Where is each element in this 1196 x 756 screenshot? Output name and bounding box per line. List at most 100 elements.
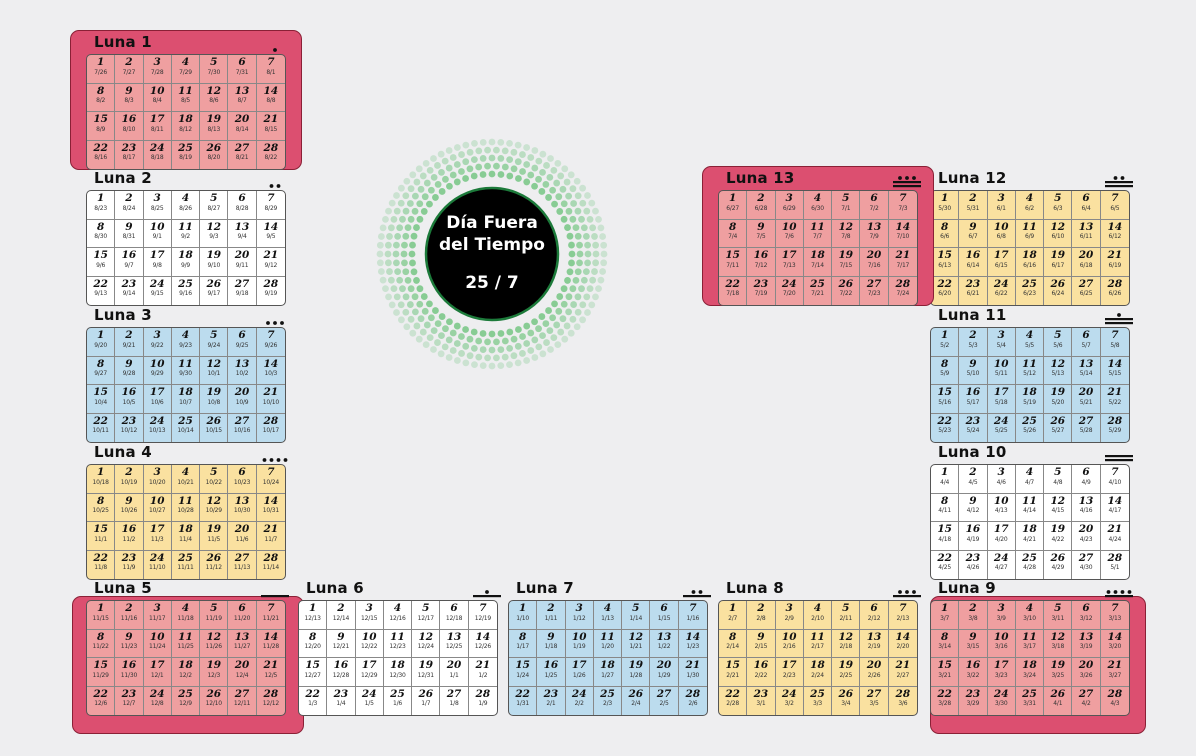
day-cell[interactable]: 27 4/2 xyxy=(1072,686,1101,715)
day-cell[interactable]: 4 1/13 xyxy=(593,601,623,630)
day-cell[interactable]: 20 10/9 xyxy=(228,385,257,414)
day-cell[interactable]: 13 2/19 xyxy=(860,629,889,658)
day-cell[interactable]: 2 1/11 xyxy=(537,601,566,630)
day-cell[interactable]: 11 1/20 xyxy=(593,629,623,658)
day-cell[interactable]: 27 9/18 xyxy=(228,276,257,305)
day-cell[interactable]: 28 5/29 xyxy=(1101,414,1129,443)
day-cell[interactable]: 1 10/18 xyxy=(87,465,116,494)
day-cell[interactable]: 19 2/25 xyxy=(832,658,861,687)
day-cell[interactable]: 21 8/15 xyxy=(256,112,285,141)
day-cell[interactable]: 11 9/2 xyxy=(171,219,201,248)
day-cell[interactable]: 2 5/3 xyxy=(959,328,988,357)
day-cell[interactable]: 12 1/21 xyxy=(622,629,651,658)
day-cell[interactable]: 14 10/3 xyxy=(256,357,285,385)
day-cell[interactable]: 24 5/25 xyxy=(988,413,1016,442)
day-cell[interactable]: 13 7/9 xyxy=(860,219,889,248)
day-cell[interactable]: 12 3/18 xyxy=(1044,629,1073,658)
day-cell[interactable]: 10 9/29 xyxy=(143,356,172,385)
day-cell[interactable]: 9 3/15 xyxy=(959,629,988,658)
day-cell[interactable]: 21 2/27 xyxy=(888,658,917,687)
day-cell[interactable]: 9 2/15 xyxy=(747,629,776,658)
day-cell[interactable]: 9 12/21 xyxy=(327,629,356,658)
day-cell[interactable]: 27 12/11 xyxy=(228,686,257,715)
day-cell[interactable]: 13 5/14 xyxy=(1072,356,1101,385)
day-cell[interactable]: 4 2/10 xyxy=(803,601,833,630)
day-cell[interactable]: 16 10/5 xyxy=(115,385,144,414)
day-cell[interactable]: 28 9/19 xyxy=(257,277,285,306)
day-cell[interactable]: 14 7/10 xyxy=(888,220,917,248)
day-cell[interactable]: 11 11/25 xyxy=(171,629,201,658)
day-cell[interactable]: 23 9/14 xyxy=(115,276,144,305)
day-cell[interactable]: 16 7/12 xyxy=(747,248,776,277)
day-cell[interactable]: 16 11/30 xyxy=(115,658,144,687)
day-cell[interactable]: 10 12/22 xyxy=(355,629,384,658)
day-cell[interactable]: 17 8/11 xyxy=(143,112,172,141)
day-cell[interactable]: 12 12/24 xyxy=(412,629,441,658)
day-cell[interactable]: 3 9/22 xyxy=(143,328,172,357)
day-cell[interactable]: 1 3/7 xyxy=(931,601,960,630)
day-cell[interactable]: 24 6/22 xyxy=(988,276,1016,305)
day-cell[interactable]: 7 8/29 xyxy=(256,191,285,220)
day-cell[interactable]: 24 4/27 xyxy=(988,550,1016,579)
day-cell[interactable]: 19 9/10 xyxy=(200,248,229,277)
day-cell[interactable]: 1 12/13 xyxy=(299,601,328,630)
day-cell[interactable]: 23 8/17 xyxy=(115,140,144,169)
day-cell[interactable]: 8 4/11 xyxy=(931,493,960,522)
day-cell[interactable]: 11 3/17 xyxy=(1015,629,1045,658)
day-cell[interactable]: 14 9/5 xyxy=(256,220,285,248)
day-cell[interactable]: 4 6/30 xyxy=(803,191,833,220)
day-cell[interactable]: 26 1/7 xyxy=(412,686,441,715)
day-cell[interactable]: 2 3/8 xyxy=(959,601,988,630)
day-cell[interactable]: 20 1/29 xyxy=(650,658,679,687)
day-cell[interactable]: 28 4/3 xyxy=(1101,687,1129,716)
day-cell[interactable]: 14 2/20 xyxy=(888,630,917,658)
day-cell[interactable]: 18 2/24 xyxy=(803,658,833,687)
day-cell[interactable]: 19 3/25 xyxy=(1044,658,1073,687)
day-cell[interactable]: 9 10/26 xyxy=(115,493,144,522)
day-cell[interactable]: 24 1/5 xyxy=(356,686,384,715)
day-cell[interactable]: 23 6/21 xyxy=(959,276,988,305)
day-cell[interactable]: 12 10/1 xyxy=(200,356,229,385)
day-cell[interactable]: 22 1/31 xyxy=(509,686,538,715)
day-cell[interactable]: 4 3/10 xyxy=(1015,601,1045,630)
day-cell[interactable]: 6 6/4 xyxy=(1072,191,1101,220)
day-cell[interactable]: 3 5/4 xyxy=(987,328,1016,357)
day-cell[interactable]: 16 11/2 xyxy=(115,522,144,551)
day-cell[interactable]: 10 3/16 xyxy=(987,629,1016,658)
day-cell[interactable]: 5 1/14 xyxy=(622,601,651,630)
day-cell[interactable]: 3 8/25 xyxy=(143,191,172,220)
day-cell[interactable]: 28 6/26 xyxy=(1101,277,1129,306)
day-cell[interactable]: 6 7/2 xyxy=(860,191,889,220)
day-cell[interactable]: 18 10/7 xyxy=(171,385,201,414)
day-cell[interactable]: 8 9/27 xyxy=(87,356,116,385)
day-cell[interactable]: 10 10/27 xyxy=(143,493,172,522)
day-cell[interactable]: 22 11/8 xyxy=(87,550,116,579)
day-cell[interactable]: 20 12/4 xyxy=(228,658,257,687)
day-cell[interactable]: 7 12/19 xyxy=(468,601,497,630)
day-cell[interactable]: 6 4/9 xyxy=(1072,465,1101,494)
day-cell[interactable]: 18 12/30 xyxy=(383,658,413,687)
day-cell[interactable]: 25 3/31 xyxy=(1016,686,1045,715)
day-cell[interactable]: 26 10/15 xyxy=(200,413,229,442)
day-cell[interactable]: 2 10/19 xyxy=(115,465,144,494)
day-cell[interactable]: 12 8/6 xyxy=(200,83,229,112)
day-cell[interactable]: 13 6/11 xyxy=(1072,219,1101,248)
day-cell[interactable]: 10 4/13 xyxy=(987,493,1016,522)
day-cell[interactable]: 14 8/8 xyxy=(256,84,285,112)
day-cell[interactable]: 16 3/22 xyxy=(959,658,988,687)
day-cell[interactable]: 14 5/15 xyxy=(1100,357,1129,385)
day-cell[interactable]: 1 5/2 xyxy=(931,328,960,357)
day-cell[interactable]: 18 8/12 xyxy=(171,112,201,141)
day-cell[interactable]: 6 3/12 xyxy=(1072,601,1101,630)
day-cell[interactable]: 25 8/19 xyxy=(172,140,201,169)
day-cell[interactable]: 20 6/18 xyxy=(1072,248,1101,277)
day-cell[interactable]: 27 4/30 xyxy=(1072,550,1101,579)
day-cell[interactable]: 3 4/6 xyxy=(987,465,1016,494)
day-cell[interactable]: 13 8/7 xyxy=(228,83,257,112)
day-cell[interactable]: 22 9/13 xyxy=(87,276,116,305)
day-cell[interactable]: 4 4/7 xyxy=(1015,465,1045,494)
day-cell[interactable]: 9 11/23 xyxy=(115,629,144,658)
day-cell[interactable]: 19 7/15 xyxy=(832,248,861,277)
day-cell[interactable]: 1 8/23 xyxy=(87,191,116,220)
day-cell[interactable]: 19 10/8 xyxy=(200,385,229,414)
